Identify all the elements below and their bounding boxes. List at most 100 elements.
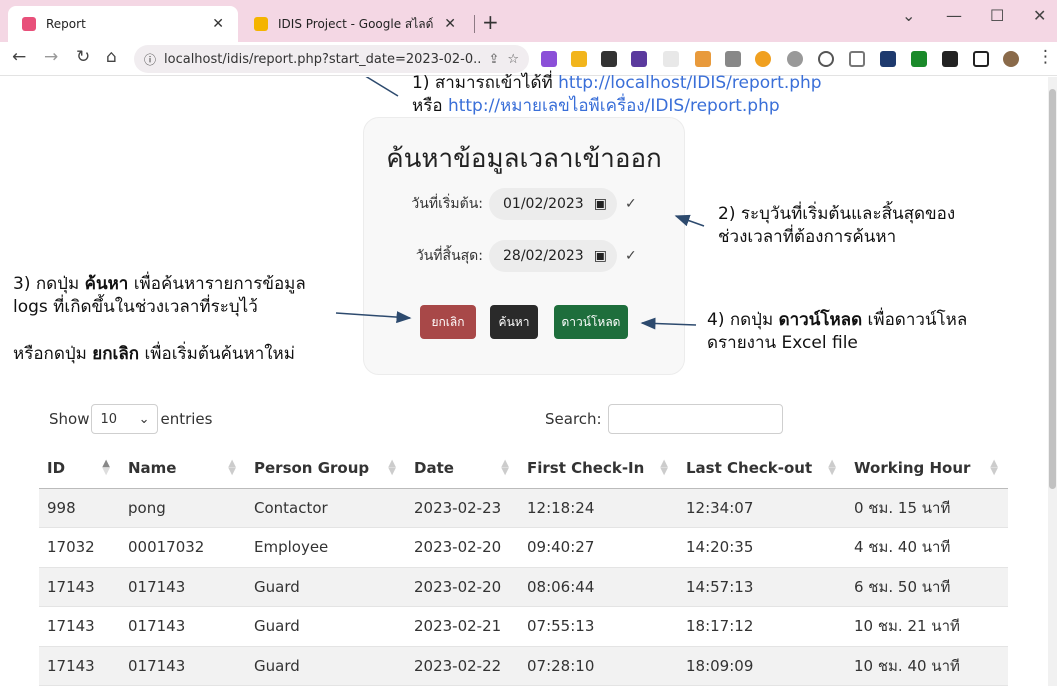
cell-last-check-out: 18:17:12 xyxy=(678,606,846,647)
scrollbar-thumb[interactable] xyxy=(1049,89,1056,489)
show-label: Show xyxy=(49,410,90,428)
header-label: Date xyxy=(414,458,454,477)
close-tab-icon[interactable]: ✕ xyxy=(212,16,224,32)
reload-icon[interactable]: ↻ xyxy=(76,47,90,67)
table-header-row: ID ▲ ▼ Name ▲ ▼ Person Group ▲ ▼ Date ▲ ▼ First … xyxy=(39,448,1008,489)
tab-report[interactable]: Report ✕ xyxy=(8,6,238,42)
extension-icon[interactable] xyxy=(571,51,587,67)
cell-id: 998 xyxy=(39,488,120,528)
window-close-icon[interactable]: ✕ xyxy=(1033,6,1046,25)
forward-icon[interactable]: → xyxy=(44,47,58,67)
column-header-id[interactable]: ID ▲ ▼ xyxy=(39,448,120,489)
column-header-date[interactable]: Date ▲ ▼ xyxy=(406,448,519,489)
header-label: Person Group xyxy=(254,458,370,477)
maximize-icon[interactable]: ☐ xyxy=(990,6,1004,25)
cell-working-hour: 10 ชม. 40 นาที xyxy=(846,646,1008,686)
browser-toolbar: ← → ↻ ⌂ ⓘ localhost/idis/report.php?star… xyxy=(0,42,1057,76)
arrow-to-url xyxy=(365,77,399,97)
search-input[interactable] xyxy=(607,404,783,434)
metamask-icon[interactable] xyxy=(695,51,711,67)
table-row: 998 pong Contactor 2023-02-23 12:18:24 1… xyxy=(39,488,1008,528)
end-date-input[interactable]: 28/02/2023 ▣ xyxy=(489,240,617,272)
header-label: Name xyxy=(128,458,177,477)
puzzle-extensions-icon[interactable] xyxy=(942,51,958,67)
home-icon[interactable]: ⌂ xyxy=(106,47,117,67)
close-tab-icon[interactable]: ✕ xyxy=(444,16,456,32)
browser-tab-bar: Report ✕ IDIS Project - Google สไลด์ ✕ +… xyxy=(0,0,1057,42)
column-header-first-check-in[interactable]: First Check-In ▲ ▼ xyxy=(519,448,678,489)
cell-person-group: Guard xyxy=(246,567,406,607)
entries-length-select[interactable]: 10 ⌄ xyxy=(91,404,159,434)
tab-search-icon[interactable]: ⌄ xyxy=(902,6,915,25)
cell-working-hour: 0 ชม. 15 นาที xyxy=(846,488,1008,528)
extension-icon[interactable] xyxy=(849,51,865,67)
annotation-text: 3) กดปุ่ม xyxy=(13,274,85,294)
report-link[interactable]: http://localhost/IDIS/report.php xyxy=(558,73,821,93)
download-button[interactable]: ดาวน์โหลด xyxy=(554,305,628,339)
cell-date: 2023-02-20 xyxy=(406,567,519,607)
menu-kebab-icon[interactable]: ⋮ xyxy=(1037,47,1054,67)
download-arrow-icon[interactable] xyxy=(911,51,927,67)
share-icon[interactable]: ⇪ xyxy=(488,52,499,67)
new-tab-icon[interactable]: + xyxy=(482,10,499,34)
cell-first-check-in: 08:06:44 xyxy=(519,567,678,607)
table-row: 17143 017143 Guard 2023-02-22 07:28:10 1… xyxy=(39,646,1008,686)
annotation-text: เพื่อค้นหารายการข้อมูล xyxy=(128,274,306,294)
report-ip-link[interactable]: http://หมายเลขไอพีเครื่อง/IDIS/report.ph… xyxy=(448,96,780,116)
column-header-name[interactable]: Name ▲ ▼ xyxy=(120,448,246,489)
minimize-icon[interactable]: — xyxy=(946,6,962,25)
extension-icon[interactable] xyxy=(631,51,647,67)
tab-separator xyxy=(474,15,475,33)
form-title: ค้นหาข้อมูลเวลาเข้าออก xyxy=(386,144,662,174)
side-panel-icon[interactable] xyxy=(973,51,989,67)
calendar-icon[interactable]: ▣ xyxy=(594,196,607,212)
check-icon: ✓ xyxy=(625,248,637,264)
start-date-label: วันที่เริ่มต้น: xyxy=(411,196,483,212)
sort-icon: ▲ ▼ xyxy=(102,458,110,477)
address-bar[interactable]: ⓘ localhost/idis/report.php?start_date=2… xyxy=(134,45,529,73)
cell-last-check-out: 14:20:35 xyxy=(678,527,846,568)
length-value: 10 xyxy=(100,411,118,427)
column-header-working-hour[interactable]: Working Hour ▲ ▼ xyxy=(846,448,1008,489)
extension-icon[interactable] xyxy=(663,51,679,67)
extension-icon[interactable] xyxy=(880,51,896,67)
annotation-3: 3) กดปุ่ม ค้นหา เพื่อค้นหารายการข้อมูล l… xyxy=(13,273,306,319)
profile-avatar[interactable] xyxy=(1003,51,1019,67)
extension-icon[interactable] xyxy=(541,51,557,67)
cell-name: 00017032 xyxy=(120,527,246,568)
extension-icon[interactable] xyxy=(818,51,834,67)
cell-person-group: Guard xyxy=(246,646,406,686)
header-label: ID xyxy=(47,458,66,477)
start-date-input[interactable]: 01/02/2023 ▣ xyxy=(489,188,617,220)
annotation-3b: หรือกดปุ่ม ยกเลิก เพื่อเริ่มต้นค้นหาใหม่ xyxy=(13,343,295,366)
page-scrollbar[interactable] xyxy=(1048,77,1057,686)
end-date-row: วันที่สิ้นสุด: 28/02/2023 ▣ ✓ xyxy=(364,240,684,272)
cell-person-group: Guard xyxy=(246,606,406,647)
annotation-text: ดรายงาน Excel file xyxy=(707,333,858,353)
column-header-last-check-out[interactable]: Last Check-out ▲ ▼ xyxy=(678,448,846,489)
annotation-text: เพื่อเริ่มต้นค้นหาใหม่ xyxy=(139,344,295,364)
column-header-person-group[interactable]: Person Group ▲ ▼ xyxy=(246,448,406,489)
site-info-icon[interactable]: ⓘ xyxy=(144,51,156,68)
cell-date: 2023-02-20 xyxy=(406,527,519,568)
bookmark-star-icon[interactable]: ☆ xyxy=(507,52,519,67)
extension-icon[interactable] xyxy=(601,51,617,67)
search-label: Search: xyxy=(545,410,602,428)
sort-icon: ▲ ▼ xyxy=(388,458,396,477)
check-icon: ✓ xyxy=(625,196,637,212)
cell-working-hour: 10 ชม. 21 นาที xyxy=(846,606,1008,647)
cancel-button[interactable]: ยกเลิก xyxy=(420,305,476,339)
settings-gear-icon[interactable] xyxy=(787,51,803,67)
annotation-text: เพื่อดาวน์โหล xyxy=(862,310,968,330)
search-button[interactable]: ค้นหา xyxy=(490,305,538,339)
extension-icon[interactable] xyxy=(755,51,771,67)
header-label: Last Check-out xyxy=(686,458,813,477)
cell-id: 17032 xyxy=(39,527,120,568)
back-icon[interactable]: ← xyxy=(12,47,26,67)
tab-idis-project[interactable]: IDIS Project - Google สไลด์ ✕ xyxy=(240,6,470,42)
cell-name: pong xyxy=(120,488,246,528)
camera-icon[interactable] xyxy=(725,51,741,67)
annotation-text: 1) สามารถเข้าได้ที่ xyxy=(412,73,559,93)
annotation-2: 2) ระบุวันที่เริ่มต้นและสิ้นสุดของ ช่วงเ… xyxy=(718,203,955,249)
calendar-icon[interactable]: ▣ xyxy=(594,248,607,264)
